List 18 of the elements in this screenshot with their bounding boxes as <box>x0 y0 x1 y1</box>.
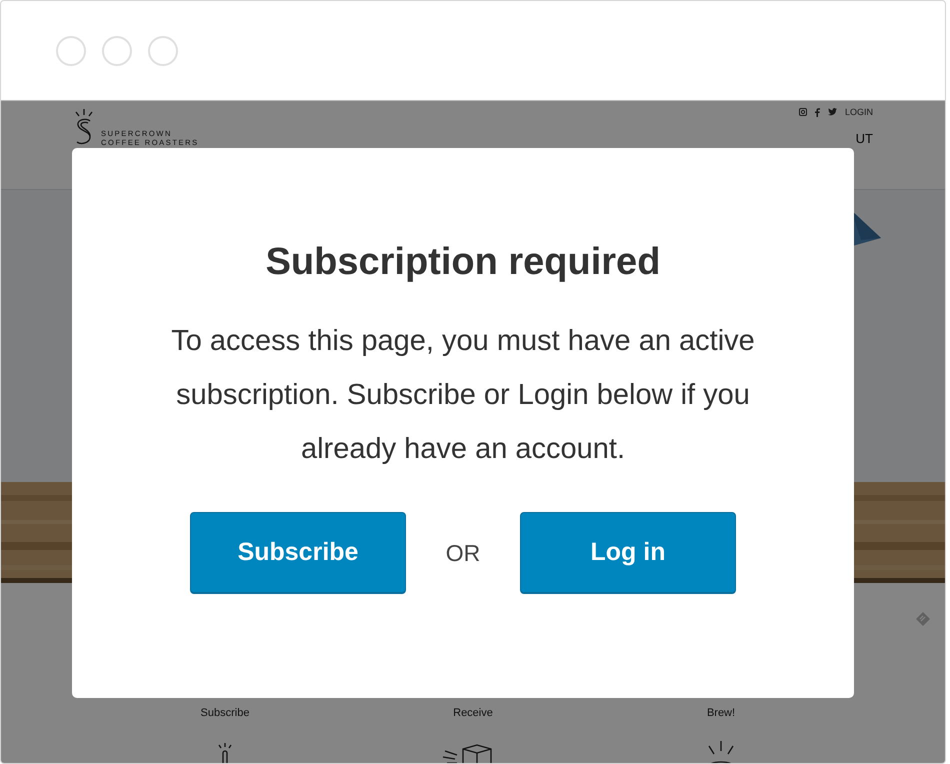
login-button[interactable]: Log in <box>520 512 736 594</box>
dialog-title: Subscription required <box>266 240 660 285</box>
window-control[interactable] <box>148 36 178 66</box>
twitter-icon[interactable] <box>828 108 837 116</box>
window-control[interactable] <box>56 36 86 66</box>
subscribe-button[interactable]: Subscribe <box>190 512 406 594</box>
dialog-message: To access this page, you must have an active subscription. Subscribe or Login below if you already have an account. <box>170 324 756 467</box>
step-label: Subscribe <box>200 707 250 719</box>
step-label: Receive <box>453 707 493 719</box>
step-label: Brew! <box>706 707 736 719</box>
nav-link[interactable]: UT <box>856 131 873 146</box>
facebook-icon[interactable] <box>814 108 820 116</box>
window-control[interactable] <box>102 36 132 66</box>
instagram-icon[interactable] <box>798 108 807 116</box>
tag-icon[interactable] <box>915 611 931 627</box>
separator-text: OR <box>444 540 482 566</box>
logo-icon <box>73 109 95 147</box>
login-link[interactable]: LOGIN <box>844 107 873 117</box>
